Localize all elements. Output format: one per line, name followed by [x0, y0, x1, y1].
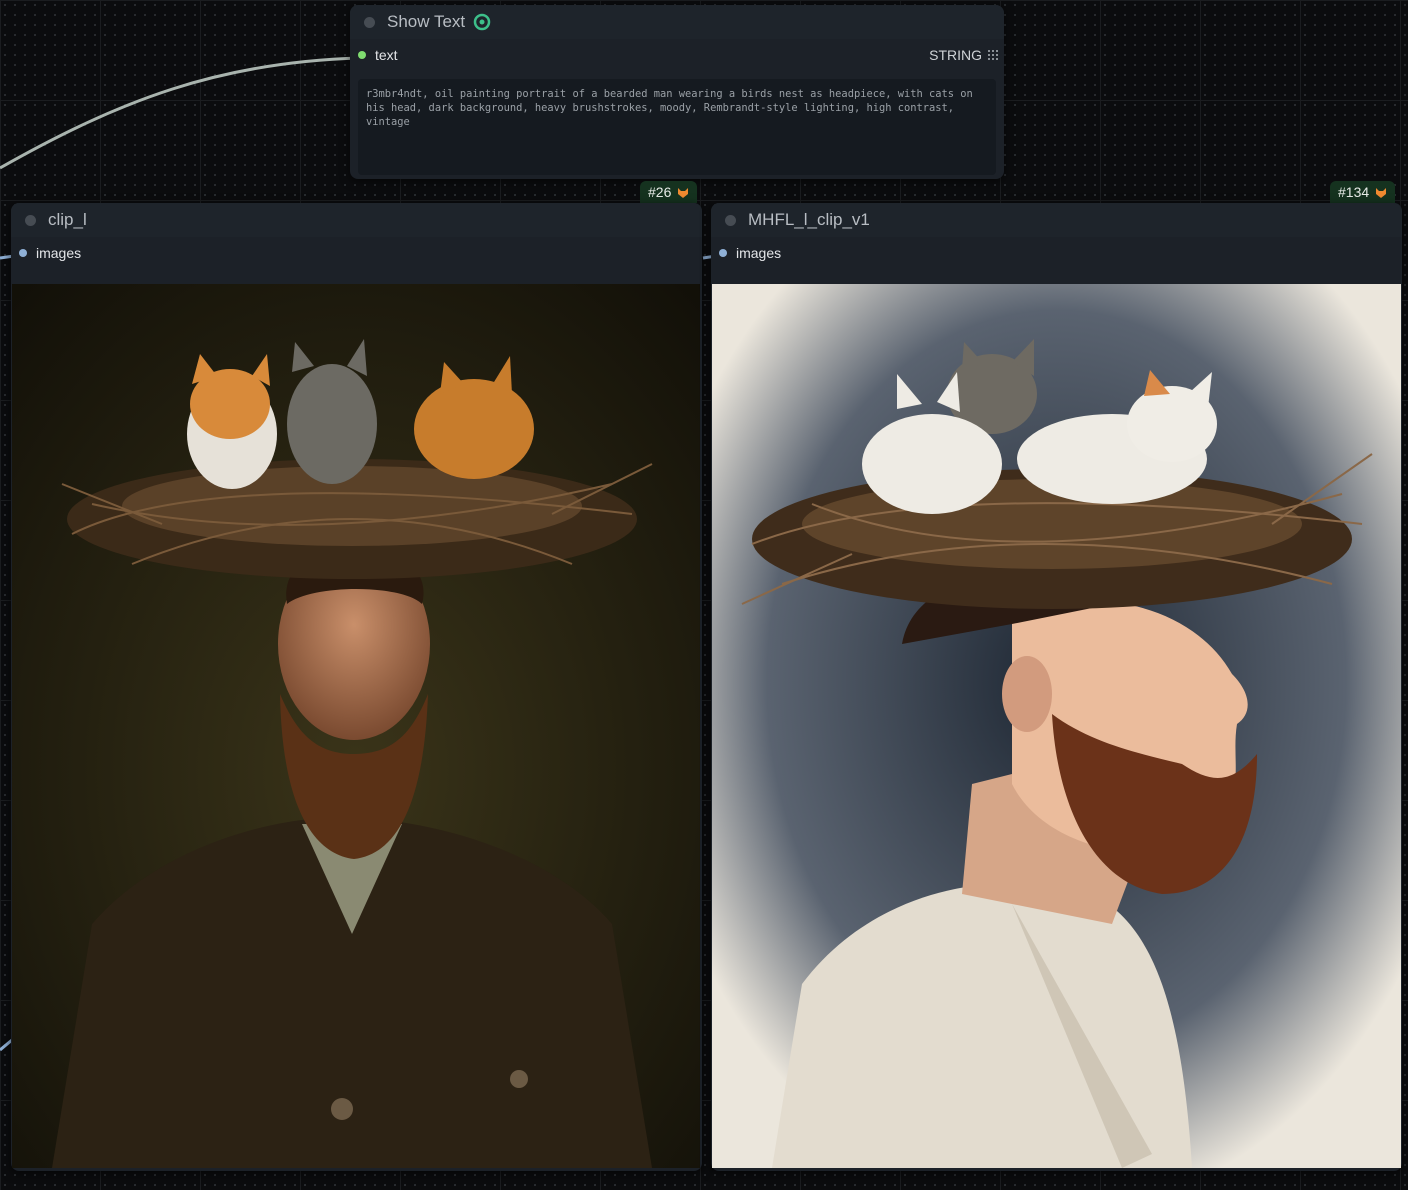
images-input-slot[interactable] [719, 249, 727, 257]
node-id-badge: #26 [640, 181, 698, 203]
collapse-toggle[interactable] [725, 214, 736, 226]
collapse-toggle[interactable] [25, 214, 36, 226]
slot-row: text STRING [350, 39, 1004, 71]
fox-icon [1375, 186, 1387, 198]
link-icon [473, 13, 491, 31]
node-title-bar[interactable]: clip_l [11, 203, 702, 237]
collapse-toggle[interactable] [364, 16, 375, 28]
node-id: #134 [1338, 184, 1370, 200]
grid-icon[interactable] [988, 47, 998, 63]
preview-image[interactable] [712, 284, 1401, 1168]
show-text-node[interactable]: Show Text text STRING r3mbr4ndt, oil pai… [350, 5, 1004, 179]
images-input-label: images [36, 245, 82, 261]
node-id: #26 [648, 184, 672, 200]
fox-icon [677, 186, 689, 198]
node-title: Show Text [387, 12, 466, 31]
preview-image[interactable] [12, 284, 700, 1168]
text-display[interactable]: r3mbr4ndt, oil painting portrait of a be… [358, 79, 996, 175]
text-input-slot[interactable] [358, 51, 366, 59]
images-input-slot[interactable] [19, 249, 27, 257]
text-input-label: text [375, 47, 398, 63]
node-title-bar[interactable]: Show Text [350, 5, 1004, 39]
slot-row: images [711, 237, 1402, 269]
node-id-badge: #134 [1330, 181, 1396, 203]
node-title: MHFL_l_clip_v1 [748, 210, 870, 229]
node-title-bar[interactable]: MHFL_l_clip_v1 [711, 203, 1402, 237]
string-output-label: STRING [929, 47, 982, 63]
slot-row: images [11, 237, 702, 269]
node-title: clip_l [48, 210, 87, 229]
images-input-label: images [736, 245, 782, 261]
